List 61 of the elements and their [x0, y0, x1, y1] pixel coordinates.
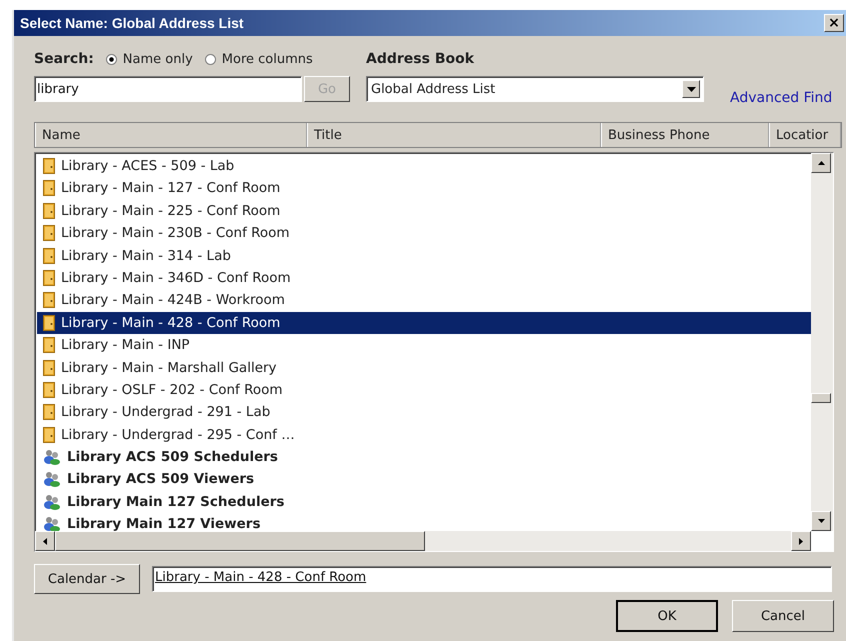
door-icon — [43, 225, 55, 242]
people-icon — [43, 494, 61, 510]
scroll-left-icon[interactable] — [35, 531, 55, 551]
door-icon — [43, 158, 55, 174]
door-icon — [43, 180, 55, 196]
list-row[interactable]: Library - OSLF - 202 - Conf Room — [37, 378, 811, 401]
radio-button[interactable] — [204, 54, 216, 64]
list-row[interactable]: Library - Main - 225 - Conf Room — [37, 200, 811, 222]
people-icon — [43, 471, 61, 488]
list-row[interactable]: Library - Main - 127 - Conf Room — [37, 177, 811, 200]
list-row[interactable]: Library - Main - INP — [37, 334, 811, 356]
list-row[interactable]: Library - Main - 346D - Conf Room — [37, 266, 811, 289]
cancel-button[interactable]: Cancel — [732, 600, 834, 632]
address-book-dropdown[interactable]: Global Address List — [366, 76, 704, 102]
door-icon — [43, 337, 55, 354]
people-icon — [43, 516, 61, 531]
list-row[interactable]: Library - Undergrad - 295 - Conf … — [37, 424, 811, 446]
column-header[interactable]: Business Phone — [601, 123, 769, 147]
search-label: Search: — [34, 51, 94, 67]
list-row[interactable]: Library - Undergrad - 291 - Lab — [37, 401, 811, 424]
people-icon — [43, 449, 61, 466]
door-icon — [43, 426, 55, 443]
scroll-thumb[interactable] — [55, 531, 425, 551]
window-title: Select Name: Global Address List — [20, 15, 244, 31]
door-icon — [43, 270, 55, 286]
search-field[interactable]: library — [34, 76, 302, 102]
close-button[interactable]: × — [824, 14, 844, 32]
scroll-thumb[interactable] — [811, 393, 831, 403]
door-icon — [43, 202, 55, 219]
door-icon — [43, 360, 55, 376]
calendar-button[interactable]: Calendar -> — [34, 564, 140, 594]
list-row[interactable]: Library ACS 509 Viewers — [37, 468, 811, 490]
radio-option[interactable]: Name only — [106, 52, 193, 66]
list-row[interactable]: Library ACS 509 Schedulers — [37, 446, 811, 468]
door-icon — [43, 314, 55, 331]
list-row[interactable]: Library Main 127 Viewers — [37, 513, 811, 531]
address-book-label: Address Book — [366, 51, 474, 67]
door-icon — [43, 292, 55, 308]
scroll-down-icon[interactable] — [811, 511, 831, 531]
list-row[interactable]: Library - Main - 230B - Conf Room — [37, 222, 811, 244]
list-row[interactable]: Library - Main - 428 - Conf Room — [37, 312, 811, 334]
calendar-field[interactable]: Library - Main - 428 - Conf Room — [152, 566, 832, 592]
door-icon — [43, 248, 55, 264]
radio-button[interactable] — [106, 54, 117, 64]
horizontal-scrollbar[interactable] — [35, 531, 811, 551]
ok-button[interactable]: OK — [616, 600, 718, 632]
list-row[interactable]: Library - Main - 314 - Lab — [37, 244, 811, 267]
list-row[interactable]: Library - Main - Marshall Gallery — [37, 356, 811, 379]
radio-option[interactable]: More columns — [204, 52, 313, 66]
list-row[interactable]: Library - Main - 424B - Workroom — [37, 289, 811, 312]
column-header[interactable]: Locatior — [769, 123, 841, 147]
list-row[interactable]: Library Main 127 Schedulers — [37, 490, 811, 513]
scroll-right-icon[interactable] — [791, 531, 811, 551]
column-header[interactable]: Title — [307, 123, 601, 147]
scroll-up-icon[interactable] — [811, 153, 831, 173]
advanced-find-link[interactable]: Advanced Find — [730, 90, 832, 106]
door-icon — [43, 404, 55, 420]
door-icon — [43, 382, 55, 398]
column-header[interactable]: Name — [35, 123, 307, 147]
list-row[interactable]: Library - ACES - 509 - Lab — [37, 155, 811, 177]
vertical-scrollbar[interactable] — [811, 153, 833, 531]
